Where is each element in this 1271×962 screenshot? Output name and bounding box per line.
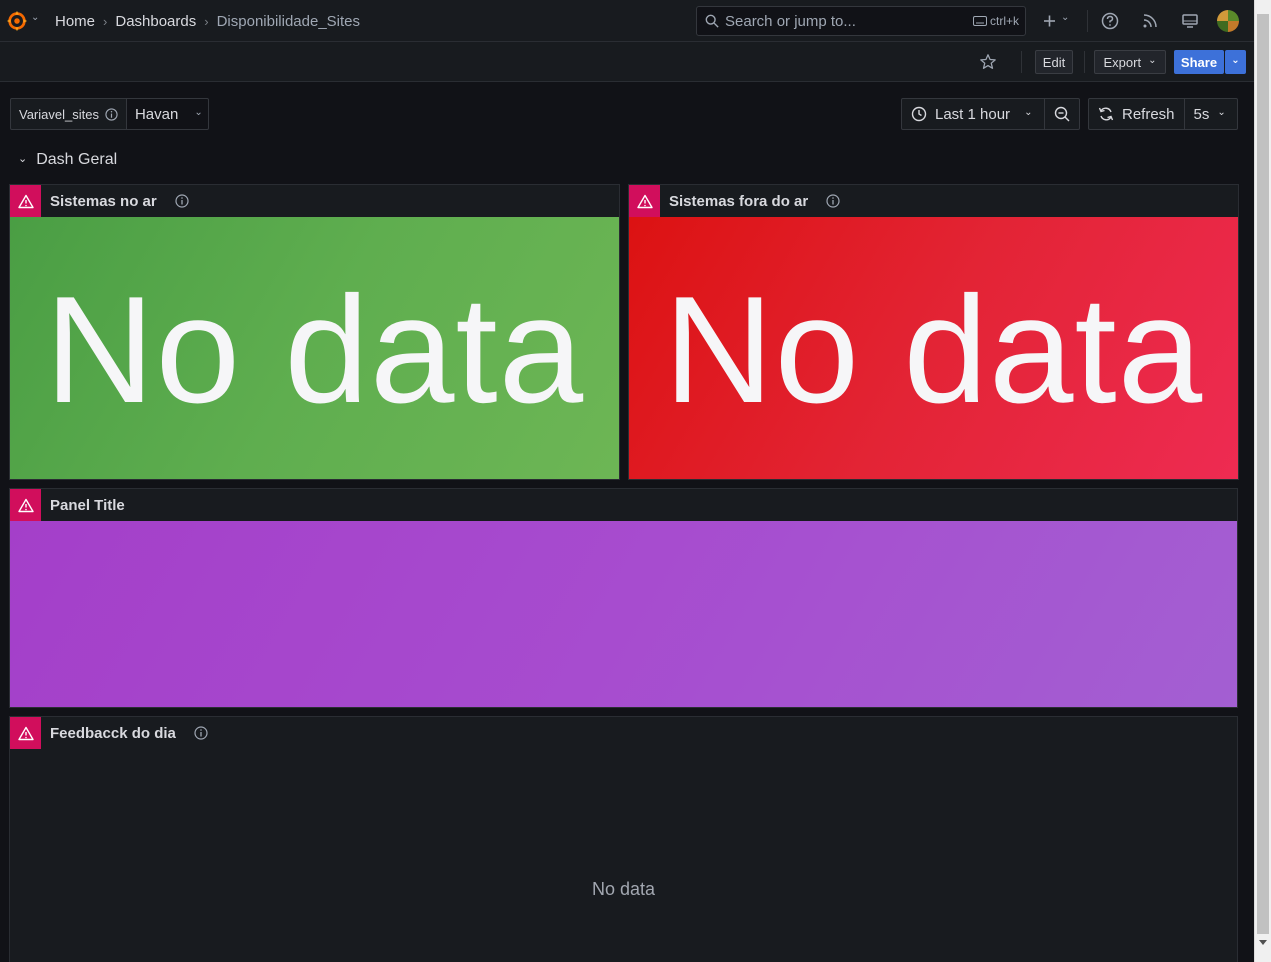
keyboard-icon (972, 16, 987, 26)
monitor-icon[interactable] (1180, 11, 1200, 31)
dashboard-toolbar: Edit Export ⌄ Share ⌄ (0, 42, 1254, 82)
panel-sistemas-fora-do-ar: Sistemas fora do ar No data (628, 184, 1239, 480)
export-button[interactable]: Export ⌄ (1094, 50, 1166, 74)
info-icon[interactable] (175, 194, 189, 208)
divider (1087, 10, 1088, 32)
keyboard-shortcut: ctrl+k (972, 14, 1019, 28)
warning-icon[interactable] (10, 717, 41, 749)
warning-icon[interactable] (629, 185, 660, 217)
divider (1021, 51, 1022, 73)
top-navbar: ⌄ Home › Dashboards › Disponibilidade_Si… (0, 0, 1254, 42)
breadcrumb-dashboards[interactable]: Dashboards (115, 13, 196, 30)
search-input[interactable]: Search or jump to... ctrl+k (696, 6, 1026, 36)
share-dropdown-button[interactable]: ⌄ (1225, 50, 1246, 74)
row-header[interactable]: ⌄ Dash Geral (18, 151, 117, 169)
plus-icon[interactable] (1040, 11, 1060, 31)
star-icon[interactable] (979, 53, 997, 71)
chevron-down-icon[interactable]: ⌄ (31, 12, 39, 23)
breadcrumb-current: Disponibilidade_Sites (216, 13, 361, 30)
info-icon[interactable] (194, 726, 208, 740)
stat-background: No data (10, 217, 619, 479)
help-icon[interactable] (1100, 11, 1120, 31)
no-data-message: No data (591, 879, 656, 899)
stat-background: No data (629, 217, 1238, 479)
chevron-down-icon[interactable]: ⌄ (1061, 12, 1069, 23)
search-placeholder: Search or jump to... (725, 12, 856, 30)
scrollbar-thumb[interactable] (1257, 14, 1269, 934)
chevron-down-icon: ⌄ (1217, 106, 1226, 118)
time-range-button[interactable]: Last 1 hour ⌄ (902, 99, 1044, 129)
info-icon[interactable] (826, 194, 840, 208)
variable-value: Havan (134, 105, 179, 123)
refresh-picker: Refresh 5s ⌄ (1088, 98, 1238, 130)
breadcrumb: Home › Dashboards › Disponibilidade_Site… (55, 13, 360, 30)
refresh-icon (1098, 107, 1114, 121)
breadcrumb-home[interactable]: Home (55, 13, 95, 30)
zoom-out-button[interactable] (1044, 99, 1079, 129)
stat-background (10, 521, 1237, 707)
chevron-right-icon: › (103, 14, 108, 29)
info-icon[interactable] (105, 107, 118, 121)
clock-icon (911, 106, 927, 122)
edit-button[interactable]: Edit (1035, 50, 1073, 74)
warning-icon[interactable] (10, 185, 41, 217)
grafana-logo-icon[interactable] (6, 10, 28, 32)
chevron-down-icon: ⌄ (1231, 54, 1240, 66)
scroll-down-arrow[interactable] (1259, 940, 1267, 945)
export-label: Export (1103, 54, 1142, 70)
refresh-label: Refresh (1122, 105, 1175, 123)
variable-selector: Variavel_sites Havan ⌄ (10, 98, 209, 130)
variable-name: Variavel_sites (19, 106, 99, 122)
panel-header[interactable]: Sistemas fora do ar (629, 185, 1238, 217)
panel-title: Feedbacck do dia (50, 724, 176, 742)
stat-value: No data (663, 265, 1204, 435)
chevron-down-icon: ⌄ (18, 152, 28, 165)
panel-title: Sistemas fora do ar (669, 192, 809, 210)
shortcut-text: ctrl+k (989, 14, 1019, 28)
panel-header[interactable]: Panel Title (10, 489, 1237, 521)
share-button[interactable]: Share (1174, 50, 1224, 74)
divider (1084, 51, 1085, 73)
panel-header[interactable]: Feedbacck do dia (10, 717, 1237, 749)
panel-sistemas-no-ar: Sistemas no ar No data (9, 184, 620, 480)
zoom-out-icon (1054, 106, 1070, 122)
vertical-scrollbar[interactable] (1254, 0, 1271, 962)
panel-panel-title: Panel Title (9, 488, 1238, 708)
time-range-label: Last 1 hour (935, 105, 1011, 123)
refresh-interval-dropdown[interactable]: 5s ⌄ (1183, 99, 1235, 129)
warning-icon[interactable] (10, 489, 41, 521)
search-icon (705, 14, 719, 28)
panel-feedbacck-do-dia: Feedbacck do dia No data (9, 716, 1238, 962)
chevron-right-icon: › (204, 14, 209, 29)
panel-header[interactable]: Sistemas no ar (10, 185, 619, 217)
panel-title: Panel Title (50, 496, 125, 514)
avatar[interactable] (1217, 10, 1239, 32)
variable-label: Variavel_sites (10, 98, 127, 130)
variable-value-dropdown[interactable]: Havan ⌄ (126, 98, 209, 130)
refresh-interval: 5s (1193, 105, 1210, 123)
chevron-down-icon: ⌄ (194, 106, 203, 118)
row-title: Dash Geral (36, 151, 118, 168)
chevron-down-icon: ⌄ (1148, 54, 1157, 66)
chevron-down-icon: ⌄ (1024, 106, 1033, 118)
panel-title: Sistemas no ar (50, 192, 157, 210)
refresh-button[interactable]: Refresh (1089, 99, 1184, 129)
time-range-picker: Last 1 hour ⌄ (901, 98, 1080, 130)
stat-value: No data (44, 265, 585, 435)
rss-icon[interactable] (1140, 11, 1160, 31)
